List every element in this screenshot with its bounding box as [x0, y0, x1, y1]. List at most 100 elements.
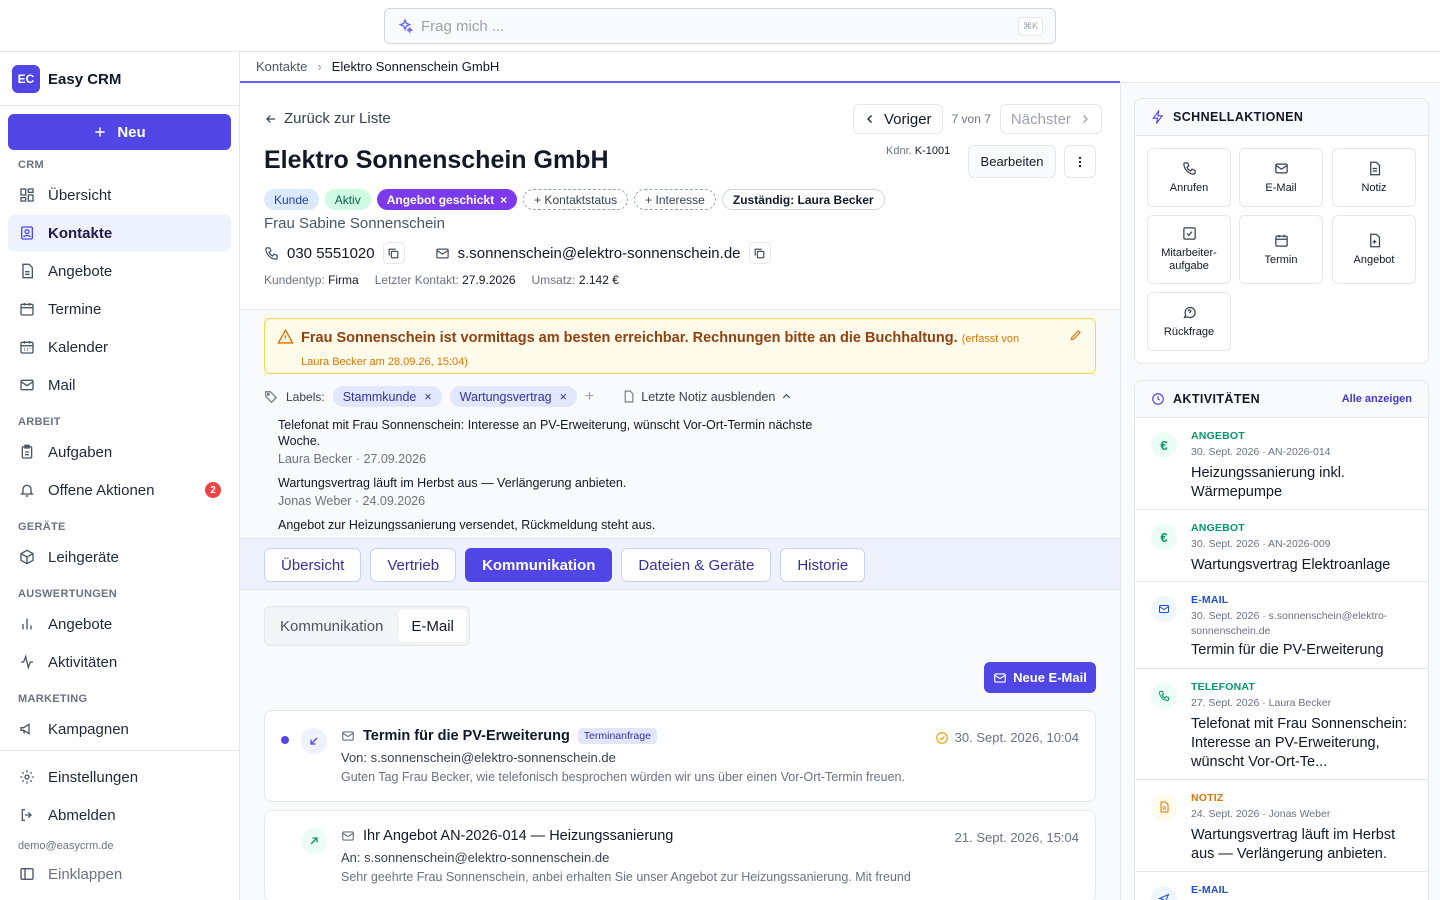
- sidebar-item-kontakte[interactable]: Kontakte: [8, 215, 231, 251]
- copy-email-button[interactable]: [748, 242, 771, 264]
- app-logo: EC: [12, 65, 40, 93]
- breadcrumb-current: Elektro Sonnenschein GmbH: [331, 59, 500, 74]
- alert-text: Frau Sonnenschein ist vormittags am best…: [301, 327, 1041, 373]
- search-input[interactable]: Frag mich ... ⌘K: [384, 8, 1056, 44]
- mail-icon: [342, 731, 354, 741]
- edit-button[interactable]: Bearbeiten: [968, 145, 1056, 178]
- section-crm: CRM: [18, 159, 44, 171]
- calendar-icon: [20, 303, 34, 316]
- label-chip[interactable]: Stammkunde ×: [332, 386, 442, 407]
- notification-badge: 2: [205, 482, 221, 498]
- email-subject: Ihr Angebot AN-2026-014 — Heizungssanier…: [341, 828, 673, 844]
- checkbox-icon: [1182, 227, 1196, 240]
- activity-item[interactable]: E-MAIL: [1135, 872, 1428, 900]
- important-note-alert: Frau Sonnenschein ist vormittags am best…: [264, 318, 1096, 374]
- sidebar-item-label: Offene Aktionen: [48, 481, 155, 499]
- tab-dateien-geraete[interactable]: Dateien & Geräte: [621, 548, 772, 582]
- tab-vertrieb[interactable]: Vertrieb: [370, 548, 457, 582]
- activity-meta: 24. Sept. 2026 · Jonas Weber: [1191, 808, 1331, 820]
- tab-uebersicht[interactable]: Übersicht: [264, 548, 362, 582]
- quick-action-label: Notiz: [1361, 181, 1387, 194]
- sidebar-item-mail[interactable]: Mail: [8, 367, 231, 403]
- next-button[interactable]: Nächster: [999, 104, 1102, 134]
- sidebar-item-abmelden[interactable]: Abmelden: [8, 797, 231, 833]
- back-label: Zurück zur Liste: [284, 110, 391, 127]
- quick-action-email[interactable]: E-Mail: [1239, 148, 1323, 207]
- quick-action-label: E-Mail: [1265, 181, 1297, 194]
- clipboard-icon: [21, 444, 33, 459]
- sidebar-item-termine[interactable]: Termine: [8, 291, 231, 327]
- contacts-icon: [21, 226, 33, 240]
- back-link[interactable]: Zurück zur Liste: [264, 110, 391, 127]
- shortcut-hint: ⌘K: [1017, 16, 1043, 36]
- quick-action-call[interactable]: Anrufen: [1147, 148, 1231, 207]
- phone-icon: [1182, 161, 1196, 175]
- email-item[interactable]: Ihr Angebot AN-2026-014 — Heizungssanier…: [264, 810, 1096, 900]
- more-button[interactable]: [1064, 145, 1096, 178]
- collapse-button[interactable]: Einklappen: [8, 856, 231, 892]
- megaphone-icon: [20, 723, 30, 735]
- add-label-button[interactable]: +: [585, 388, 594, 406]
- sidebar-item-offene-aktionen[interactable]: Offene Aktionen 2: [8, 472, 231, 508]
- prev-button[interactable]: Voriger: [853, 104, 943, 134]
- owner-badge[interactable]: Zuständig: Laura Becker: [721, 189, 885, 210]
- breadcrumb: Kontakte › Elektro Sonnenschein GmbH: [240, 52, 1120, 83]
- brand[interactable]: EC Easy CRM: [12, 65, 121, 93]
- file-plus-icon: [1369, 233, 1380, 247]
- subtab-email[interactable]: E-Mail: [399, 610, 466, 642]
- email-preview: Guten Tag Frau Becker, wie telefonisch b…: [341, 770, 905, 784]
- sidebar-item-leihgeraete[interactable]: Leihgeräte: [8, 539, 231, 575]
- show-all-link[interactable]: Alle anzeigen: [1342, 393, 1412, 405]
- add-interest-button[interactable]: + Interesse: [634, 189, 716, 210]
- pencil-icon[interactable]: [1069, 328, 1083, 342]
- quick-action-appointment[interactable]: Termin: [1239, 215, 1323, 284]
- new-button[interactable]: Neu: [8, 114, 231, 150]
- activity-type: NOTIZ: [1191, 792, 1224, 804]
- notes-list: Telefonat mit Frau Sonnenschein: Interes…: [278, 417, 838, 531]
- toggle-note-label: Letzte Notiz ausblenden: [641, 389, 776, 404]
- sidebar-item-einstellungen[interactable]: Einstellungen: [8, 759, 231, 795]
- sidebar-item-kampagnen[interactable]: Kampagnen: [8, 711, 231, 747]
- email-address[interactable]: s.sonnenschein@elektro-sonnenschein.de: [458, 245, 741, 262]
- quick-action-task[interactable]: Mitarbeiter-aufgabe: [1147, 215, 1231, 284]
- email-item[interactable]: Termin für die PV-Erweiterung Terminanfr…: [264, 710, 1096, 802]
- outgoing-icon: [301, 828, 327, 854]
- sidebar: EC Easy CRM Neu CRM Übersicht Kontakte A…: [0, 52, 240, 900]
- add-contact-status-button[interactable]: + Kontaktstatus: [523, 189, 629, 210]
- sidebar-item-angebote[interactable]: Angebote: [8, 253, 231, 289]
- divider: [0, 105, 239, 106]
- sidebar-item-uebersicht[interactable]: Übersicht: [8, 177, 231, 213]
- quick-action-note[interactable]: Notiz: [1332, 148, 1416, 207]
- sparkle-icon: [398, 18, 413, 34]
- tag-angebot-geschickt[interactable]: Angebot geschickt ×: [376, 189, 518, 210]
- activity-item[interactable]: E-MAIL 30. Sept. 2026 · s.sonnenschein@e…: [1135, 582, 1428, 669]
- toggle-note-button[interactable]: Letzte Notiz ausblenden: [622, 390, 792, 404]
- label-chip[interactable]: Wartungsvertrag ×: [449, 386, 577, 407]
- sidebar-item-auswertung-angebote[interactable]: Angebote: [8, 606, 231, 642]
- breadcrumb-parent[interactable]: Kontakte: [256, 59, 307, 74]
- sidebar-item-aktivitaeten[interactable]: Aktivitäten: [8, 644, 231, 680]
- close-icon[interactable]: ×: [500, 193, 507, 207]
- activity-item[interactable]: € ANGEBOT 30. Sept. 2026 · AN-2026-014 H…: [1135, 418, 1428, 510]
- copy-phone-button[interactable]: [382, 242, 405, 264]
- activity-item[interactable]: NOTIZ 24. Sept. 2026 · Jonas Weber Wartu…: [1135, 780, 1428, 872]
- quick-action-offer[interactable]: Angebot: [1332, 215, 1416, 284]
- new-email-button[interactable]: Neue E-Mail: [984, 662, 1096, 693]
- sidebar-item-aufgaben[interactable]: Aufgaben: [8, 434, 231, 470]
- sidebar-item-kalender[interactable]: Kalender: [8, 329, 231, 365]
- tab-kommunikation[interactable]: Kommunikation: [465, 548, 613, 582]
- activity-item[interactable]: € ANGEBOT 30. Sept. 2026 · AN-2026-009 W…: [1135, 510, 1428, 582]
- quick-action-question[interactable]: Rückfrage: [1147, 292, 1231, 351]
- close-icon[interactable]: ×: [560, 390, 567, 404]
- labels-title: Labels:: [286, 389, 325, 404]
- activity-meta: 30. Sept. 2026 · s.sonnenschein@elektro-…: [1191, 610, 1388, 637]
- tag-kunde[interactable]: Kunde: [264, 189, 319, 210]
- activity-item[interactable]: TELEFONAT 27. Sept. 2026 · Laura Becker …: [1135, 669, 1428, 780]
- phone-number[interactable]: 030 5551020: [287, 245, 375, 262]
- subtab-kommunikation[interactable]: Kommunikation: [268, 610, 395, 642]
- tab-historie[interactable]: Historie: [780, 548, 866, 582]
- close-icon[interactable]: ×: [424, 390, 431, 404]
- quick-action-label: Mitarbeiter-aufgabe: [1161, 247, 1217, 272]
- phone-icon: [1151, 683, 1177, 709]
- tag-aktiv[interactable]: Aktiv: [324, 189, 371, 210]
